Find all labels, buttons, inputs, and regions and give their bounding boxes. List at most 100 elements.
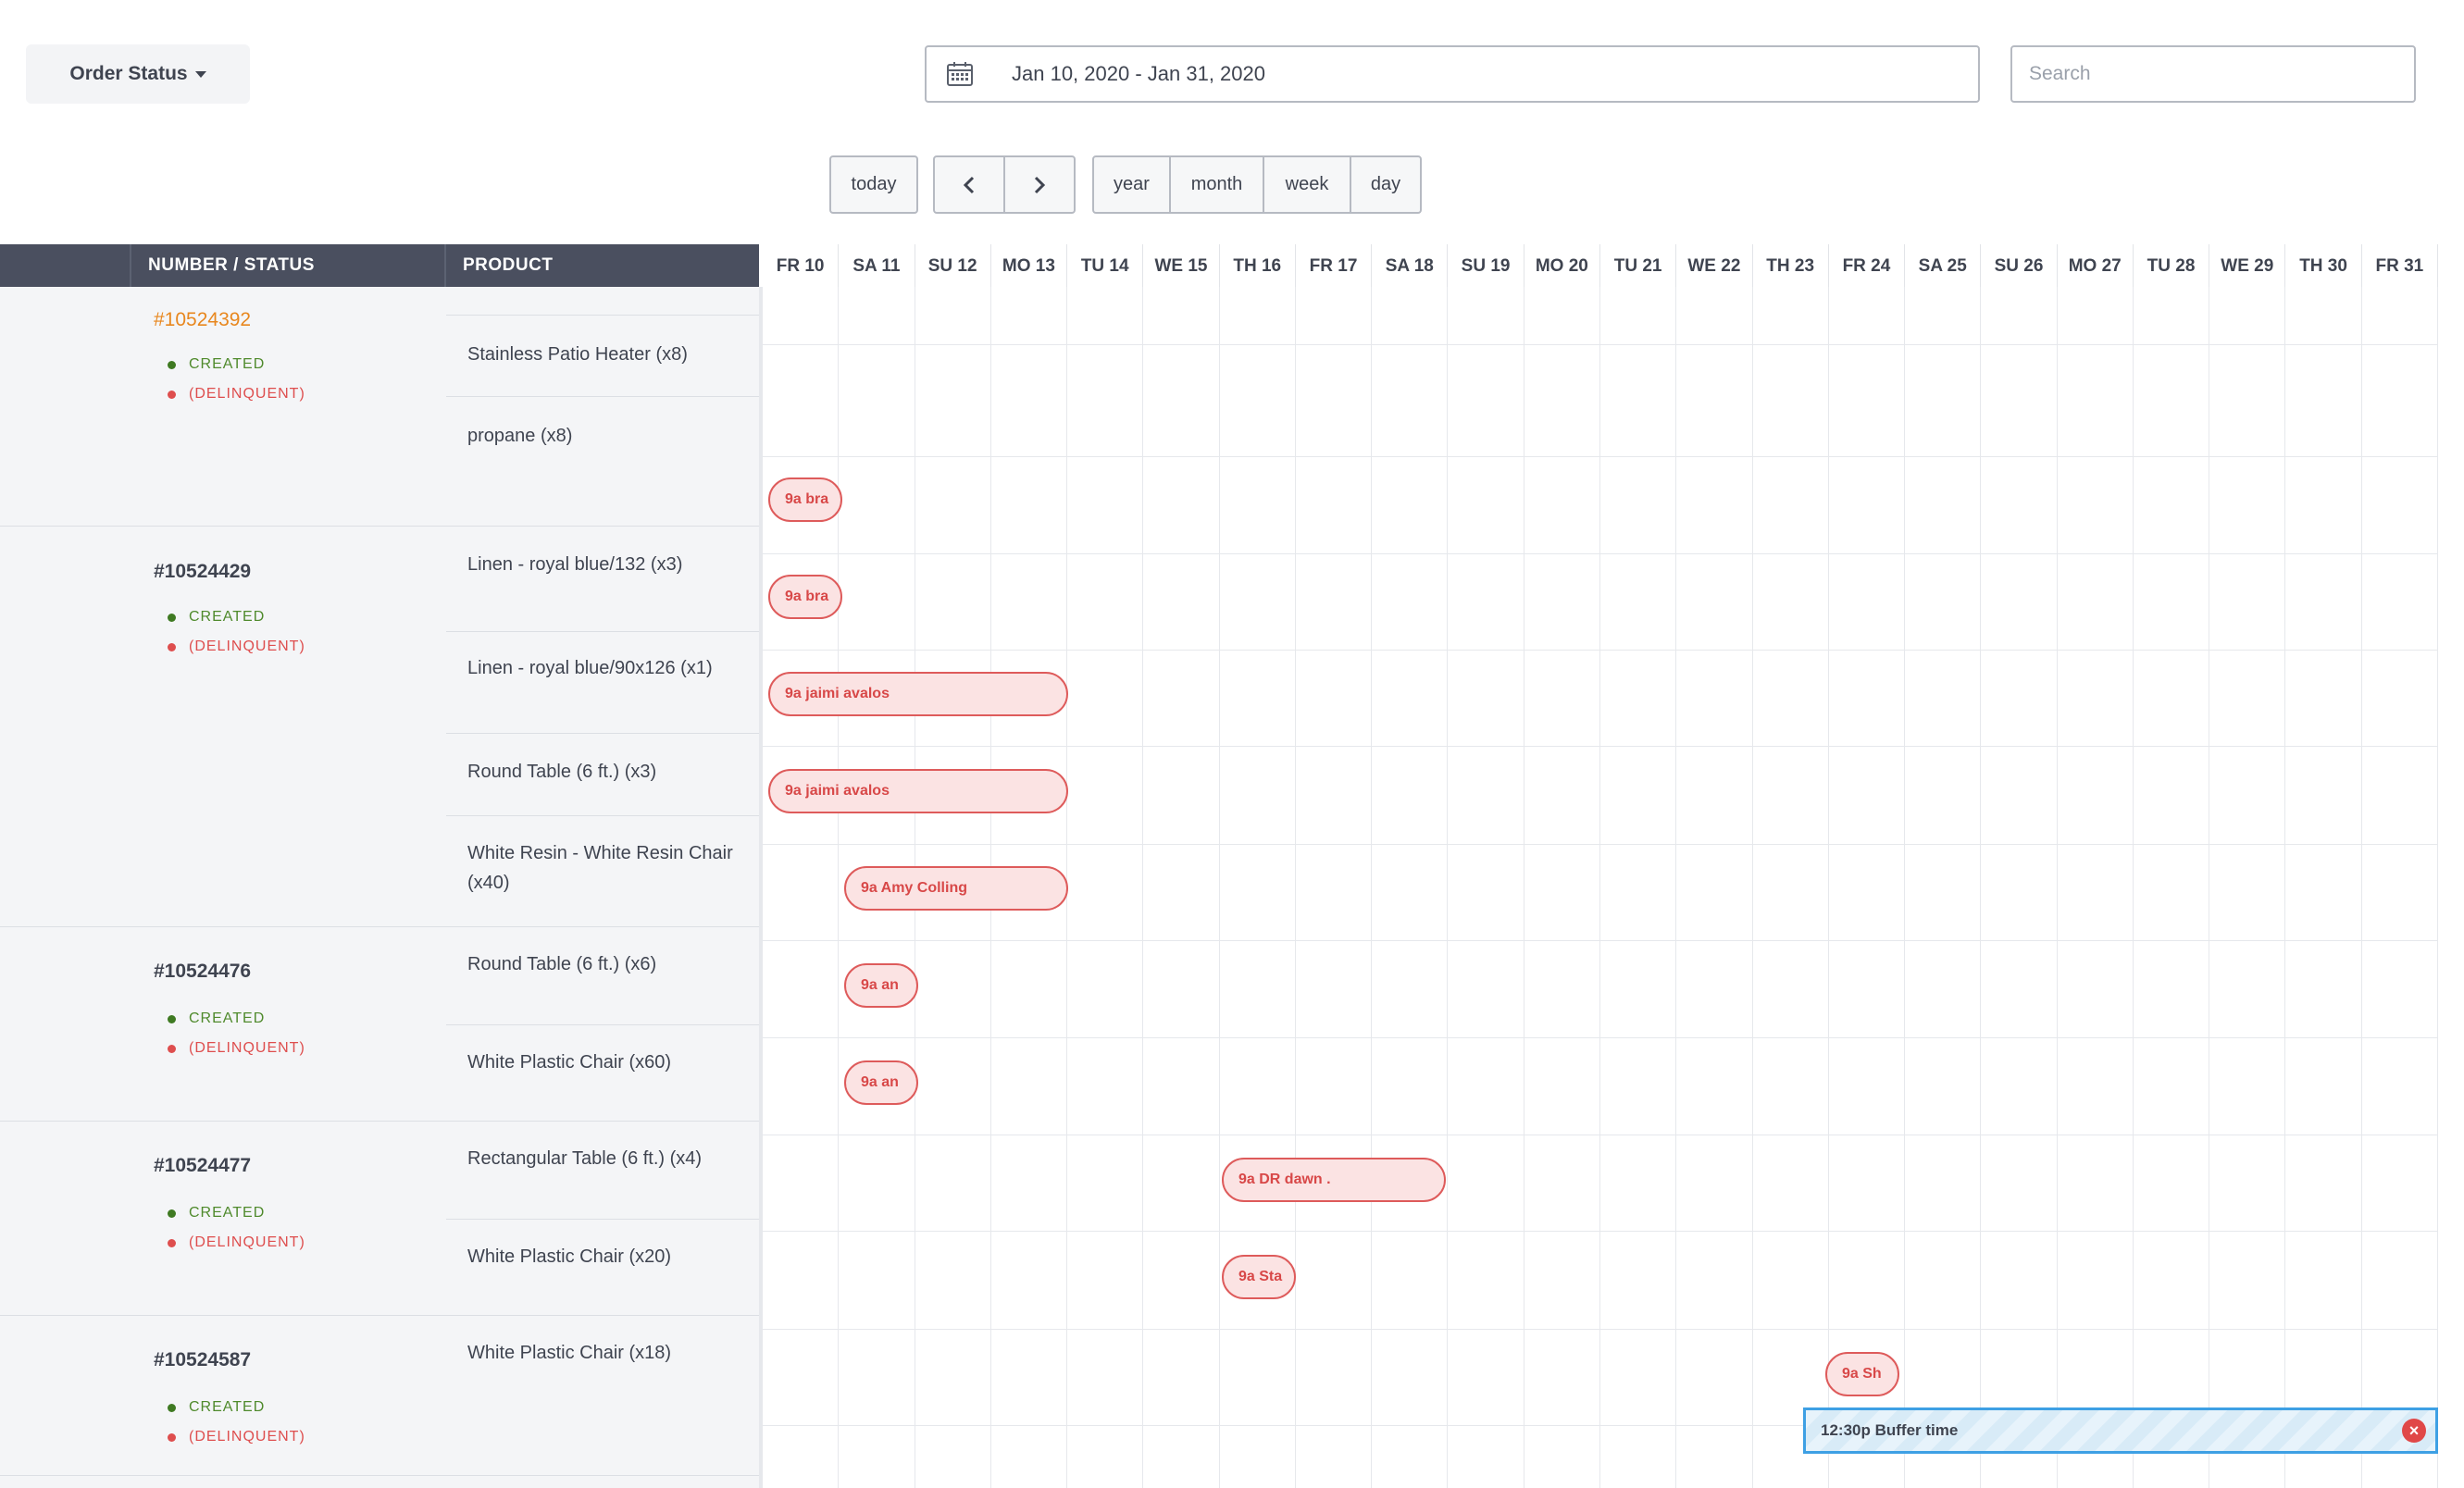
next-button[interactable] <box>1003 155 1076 214</box>
status-dot <box>168 1433 176 1442</box>
status-delinquent: (DELINQUENT) <box>168 1429 305 1445</box>
calendar-event[interactable]: 9a jaimi avalos <box>768 769 1068 813</box>
grid-row-line <box>763 1231 2438 1232</box>
order-number[interactable]: #10524476 <box>154 961 251 983</box>
status-dot <box>168 1015 176 1023</box>
calendar-event[interactable]: 9a an <box>844 963 918 1008</box>
grid-column-line <box>838 287 840 1488</box>
day-header: WE 15 <box>1143 244 1220 287</box>
day-header: SA 11 <box>839 244 915 287</box>
day-header: SA 18 <box>1372 244 1449 287</box>
day-header: TH 23 <box>1752 244 1829 287</box>
product-item: Round Table (6 ft.) (x6) <box>467 954 657 974</box>
grid-column-line <box>1751 287 1753 1488</box>
product-divider <box>446 733 759 734</box>
status-dot <box>168 361 176 369</box>
grid-column-line <box>2132 287 2134 1488</box>
grid-column-line <box>1218 287 1220 1488</box>
day-header: SU 19 <box>1448 244 1524 287</box>
view-week-button[interactable]: week <box>1263 155 1351 214</box>
product-item: Round Table (6 ft.) (x3) <box>467 762 657 782</box>
buffer-time-event[interactable]: 12:30p Buffer time × <box>1803 1407 2438 1454</box>
view-day-button[interactable]: day <box>1350 155 1422 214</box>
close-icon[interactable]: × <box>2402 1419 2426 1443</box>
status-created: CREATED <box>168 1205 265 1221</box>
panel-divider <box>759 287 763 1488</box>
grid-column-line <box>1599 287 1600 1488</box>
calendar-icon <box>947 62 973 86</box>
status-created: CREATED <box>168 1399 265 1416</box>
status-dot <box>168 643 176 651</box>
grid-row-line <box>763 344 2438 345</box>
order-number[interactable]: #10524477 <box>154 1155 251 1177</box>
search-input[interactable] <box>2010 45 2416 103</box>
day-header: SU 12 <box>915 244 991 287</box>
order-divider <box>0 1475 759 1476</box>
order-divider <box>0 926 759 927</box>
calendar-event[interactable]: 9a DR dawn . <box>1222 1158 1446 1202</box>
grid-row-line <box>763 1037 2438 1038</box>
grid-column-line <box>2284 287 2286 1488</box>
date-range-picker[interactable]: Jan 10, 2020 - Jan 31, 2020 <box>925 45 1980 103</box>
status-created: CREATED <box>168 609 265 626</box>
day-header: WE 29 <box>2209 244 2286 287</box>
product-item: Stainless Patio Heater (x8) <box>467 344 688 365</box>
grid-column-line <box>1904 287 1906 1488</box>
chevron-right-icon <box>1034 176 1046 193</box>
column-header-number-status[interactable]: NUMBER / STATUS <box>148 244 315 287</box>
product-divider <box>446 315 759 316</box>
status-dot <box>168 391 176 399</box>
grid-row-line <box>763 1329 2438 1330</box>
grid-row-line <box>763 844 2438 845</box>
day-header: MO 13 <box>990 244 1068 287</box>
day-header: FR 24 <box>1828 244 1906 287</box>
day-header: SU 26 <box>1981 244 2058 287</box>
product-item: White Plastic Chair (x18) <box>467 1343 672 1363</box>
today-button[interactable]: today <box>829 155 918 214</box>
order-number[interactable]: #10524587 <box>154 1349 251 1371</box>
grid-column-line <box>2360 287 2362 1488</box>
column-header-product[interactable]: PRODUCT <box>463 244 553 287</box>
product-item: White Plastic Chair (x60) <box>467 1052 672 1073</box>
grid-row-line <box>763 456 2438 457</box>
product-divider <box>446 396 759 397</box>
day-header: TU 28 <box>2133 244 2210 287</box>
status-dot <box>168 1045 176 1053</box>
grid-column-line <box>2437 287 2438 1488</box>
product-divider <box>446 631 759 632</box>
grid-row-line <box>763 553 2438 554</box>
view-month-button[interactable]: month <box>1169 155 1264 214</box>
order-divider <box>0 1315 759 1316</box>
status-delinquent: (DELINQUENT) <box>168 1040 305 1057</box>
grid-column-line <box>1371 287 1373 1488</box>
order-divider <box>0 1121 759 1122</box>
day-header: WE 22 <box>1676 244 1753 287</box>
prev-button[interactable] <box>933 155 1005 214</box>
grid-column-line <box>1447 287 1449 1488</box>
grid-column-line <box>1827 287 1829 1488</box>
calendar-event[interactable]: 9a jaimi avalos <box>768 672 1068 716</box>
day-header: MO 27 <box>2057 244 2134 287</box>
calendar-event[interactable]: 9a bra <box>768 477 842 522</box>
status-delinquent: (DELINQUENT) <box>168 639 305 655</box>
order-number-link[interactable]: #10524392 <box>154 309 251 331</box>
header-divider <box>444 244 446 287</box>
header-divider <box>130 244 131 287</box>
order-number[interactable]: #10524429 <box>154 561 251 583</box>
status-dot <box>168 1239 176 1247</box>
calendar-event[interactable]: 9a Amy Colling <box>844 866 1068 911</box>
status-dot <box>168 614 176 622</box>
order-status-dropdown[interactable]: Order Status <box>26 44 250 104</box>
status-created: CREATED <box>168 356 265 373</box>
calendar-event[interactable]: 9a Sta <box>1222 1255 1296 1299</box>
calendar-event[interactable]: 9a an <box>844 1060 918 1105</box>
day-header: SA 25 <box>1905 244 1982 287</box>
calendar-event[interactable]: 9a bra <box>768 575 842 619</box>
calendar-event[interactable]: 9a Sh <box>1825 1352 1899 1396</box>
day-header: MO 20 <box>1524 244 1600 287</box>
grid-row-line <box>763 940 2438 941</box>
view-year-button[interactable]: year <box>1092 155 1171 214</box>
product-item: White Resin - White Resin Chair (x40) <box>467 843 733 893</box>
chevron-left-icon <box>963 176 975 193</box>
order-status-label: Order Status <box>69 63 188 84</box>
